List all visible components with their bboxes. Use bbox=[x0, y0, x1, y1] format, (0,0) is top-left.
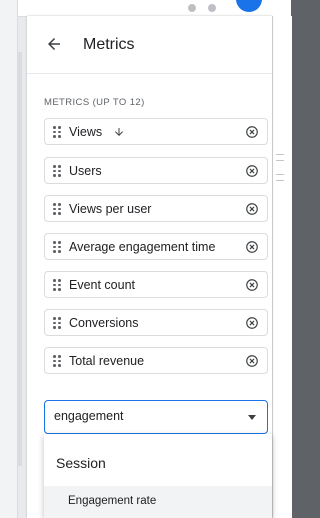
metrics-panel: Metrics METRICS (UP TO 12) Views Users V… bbox=[27, 16, 272, 518]
right-panel-handle bbox=[276, 154, 284, 161]
menu-group-label: Session bbox=[56, 455, 106, 471]
close-circle-icon[interactable] bbox=[245, 164, 259, 178]
metric-chip-views-per-user[interactable]: Views per user bbox=[44, 195, 268, 222]
metric-label: Total revenue bbox=[69, 354, 145, 368]
page-title: Metrics bbox=[83, 36, 135, 53]
drag-handle-icon[interactable] bbox=[53, 317, 61, 329]
left-rail bbox=[0, 0, 18, 518]
metric-label: Users bbox=[69, 164, 102, 178]
metric-chip-views[interactable]: Views bbox=[44, 118, 268, 145]
close-circle-icon[interactable] bbox=[245, 278, 259, 292]
menu-option-label: Engagement rate bbox=[68, 495, 157, 507]
right-panel-edge bbox=[272, 16, 292, 518]
drag-handle-icon[interactable] bbox=[53, 355, 61, 367]
metric-search-combobox[interactable] bbox=[44, 400, 268, 434]
metric-suggestions-menu: Session Engagement rate bbox=[44, 434, 272, 518]
metric-chip-average-engagement-time[interactable]: Average engagement time bbox=[44, 233, 268, 260]
top-bar-icon[interactable] bbox=[208, 4, 216, 12]
close-circle-icon[interactable] bbox=[245, 202, 259, 216]
avatar[interactable] bbox=[236, 0, 262, 12]
metric-label: Average engagement time bbox=[69, 240, 216, 254]
drag-handle-icon[interactable] bbox=[53, 126, 61, 138]
drag-handle-icon[interactable] bbox=[53, 279, 61, 291]
arrow-down-icon[interactable] bbox=[113, 125, 125, 139]
right-panel-handle bbox=[276, 174, 284, 181]
metric-chip-users[interactable]: Users bbox=[44, 157, 268, 184]
metric-label: Views per user bbox=[69, 202, 152, 216]
arrow-left-icon[interactable] bbox=[45, 35, 63, 53]
panel-header: Metrics bbox=[27, 16, 272, 74]
metric-label: Conversions bbox=[69, 316, 139, 330]
metric-label: Event count bbox=[69, 278, 136, 292]
drag-handle-icon[interactable] bbox=[53, 241, 61, 253]
left-rail-divider bbox=[18, 52, 22, 466]
metric-label: Views bbox=[69, 125, 103, 139]
drag-handle-icon[interactable] bbox=[53, 165, 61, 177]
close-circle-icon[interactable] bbox=[245, 125, 259, 139]
metric-search-input[interactable] bbox=[54, 409, 224, 423]
menu-option-engagement-rate[interactable]: Engagement rate bbox=[44, 486, 272, 518]
drag-handle-icon[interactable] bbox=[53, 203, 61, 215]
top-bar-icon[interactable] bbox=[188, 4, 196, 12]
metric-chip-total-revenue[interactable]: Total revenue bbox=[44, 347, 268, 374]
caret-down-icon[interactable] bbox=[248, 415, 256, 420]
section-label: METRICS (UP TO 12) bbox=[44, 97, 145, 108]
close-circle-icon[interactable] bbox=[245, 354, 259, 368]
top-bar bbox=[0, 0, 291, 17]
metric-chip-conversions[interactable]: Conversions bbox=[44, 309, 268, 336]
metric-chip-event-count[interactable]: Event count bbox=[44, 271, 268, 298]
close-circle-icon[interactable] bbox=[245, 240, 259, 254]
close-circle-icon[interactable] bbox=[245, 316, 259, 330]
